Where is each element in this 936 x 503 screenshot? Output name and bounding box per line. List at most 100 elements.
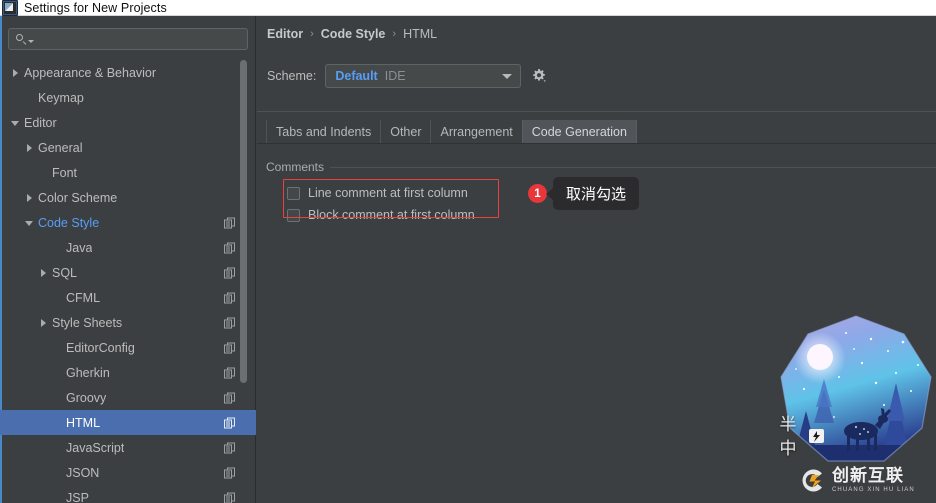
sidebar-item-editorconfig[interactable]: EditorConfig xyxy=(0,335,256,360)
sidebar-item-gherkin[interactable]: Gherkin xyxy=(0,360,256,385)
starry-night-deer-illustration xyxy=(776,311,936,476)
breadcrumb: Editor › Code Style › HTML xyxy=(267,27,437,41)
tree-spacer xyxy=(52,492,63,503)
scheme-row: Scheme: Default IDE xyxy=(267,64,548,88)
sidebar-scrollbar-thumb[interactable] xyxy=(240,60,247,383)
breadcrumb-separator: › xyxy=(310,28,314,40)
scheme-scope: IDE xyxy=(385,69,406,83)
copy-icon[interactable] xyxy=(224,392,235,403)
tab-other[interactable]: Other xyxy=(380,120,431,143)
chevron-right-icon[interactable] xyxy=(38,317,49,328)
tree-spacer xyxy=(52,392,63,403)
search-input[interactable] xyxy=(36,32,247,46)
sidebar-item-label: HTML xyxy=(66,416,100,430)
scheme-dropdown[interactable]: Default IDE xyxy=(325,64,521,88)
scheme-value: Default xyxy=(335,69,377,83)
tab-arrangement[interactable]: Arrangement xyxy=(430,120,522,143)
sidebar-item-font[interactable]: Font xyxy=(0,160,256,185)
sidebar-item-label: Color Scheme xyxy=(38,191,117,205)
code-style-tabs[interactable]: Tabs and Indents Other Arrangement Code Gen… xyxy=(257,120,936,144)
chevron-right-icon[interactable] xyxy=(24,192,35,203)
comments-group-divider xyxy=(266,167,936,168)
brand-name-en: CHUANG XIN HU LIAN xyxy=(832,487,915,493)
tree-spacer xyxy=(24,92,35,103)
copy-icon[interactable] xyxy=(224,492,235,503)
copy-icon[interactable] xyxy=(224,342,235,353)
brand-mark-icon xyxy=(798,466,827,495)
sidebar-item-general[interactable]: General xyxy=(0,135,256,160)
tab-label: Other xyxy=(390,125,421,139)
tab-label: Code Generation xyxy=(532,125,627,139)
brand-name-cn: 创新互联 xyxy=(832,468,915,485)
tree-spacer xyxy=(52,467,63,478)
chevron-down-icon xyxy=(502,74,512,79)
sidebar-item-label: Style Sheets xyxy=(52,316,122,330)
chevron-down-icon[interactable] xyxy=(10,117,21,128)
watermark: 半中 创新互联 CHUANG XIN HU LIAN xyxy=(776,311,936,503)
chevron-down-icon[interactable] xyxy=(24,217,35,228)
copy-icon[interactable] xyxy=(224,467,235,478)
tree-spacer xyxy=(52,292,63,303)
sidebar-item-label: Java xyxy=(66,241,92,255)
comments-group-label: Comments xyxy=(266,160,330,174)
scheme-label: Scheme: xyxy=(267,69,316,83)
settings-tree[interactable]: Appearance & Behavior Keymap Editor General… xyxy=(0,60,256,503)
sidebar-item-json[interactable]: JSON xyxy=(0,460,256,485)
sidebar-item-style-sheets[interactable]: Style Sheets xyxy=(0,310,256,335)
search-options-chevron-down-icon[interactable] xyxy=(28,40,34,43)
tab-label: Arrangement xyxy=(440,125,512,139)
sidebar-item-label: SQL xyxy=(52,266,77,280)
sidebar-item-label: Editor xyxy=(24,116,57,130)
sidebar-item-code-style[interactable]: Code Style xyxy=(0,210,256,235)
tree-spacer xyxy=(52,242,63,253)
watermark-logo: 创新互联 CHUANG XIN HU LIAN xyxy=(798,466,915,495)
sidebar-item-editor[interactable]: Editor xyxy=(0,110,256,135)
breadcrumb-separator: › xyxy=(392,28,396,40)
chevron-right-icon[interactable] xyxy=(24,142,35,153)
breadcrumb-item-editor[interactable]: Editor xyxy=(267,27,303,41)
sidebar-item-groovy[interactable]: Groovy xyxy=(0,385,256,410)
sidebar-item-sql[interactable]: SQL xyxy=(0,260,256,285)
sidebar-item-html[interactable]: HTML xyxy=(0,410,256,435)
settings-window: Settings for New Projects Appearance & B… xyxy=(0,0,936,503)
sidebar-item-label: JavaScript xyxy=(66,441,124,455)
sidebar-scrollbar-track[interactable] xyxy=(244,16,251,503)
copy-icon[interactable] xyxy=(224,317,235,328)
sidebar-item-javascript[interactable]: JavaScript xyxy=(0,435,256,460)
sidebar-item-keymap[interactable]: Keymap xyxy=(0,85,256,110)
annotation-badge: 1 xyxy=(528,184,547,203)
copy-icon[interactable] xyxy=(224,267,235,278)
tree-spacer xyxy=(52,417,63,428)
sidebar-item-label: Keymap xyxy=(38,91,84,105)
sidebar-search[interactable] xyxy=(8,28,248,50)
tab-tabs-and-indents[interactable]: Tabs and Indents xyxy=(266,120,381,143)
chevron-right-icon[interactable] xyxy=(38,267,49,278)
sidebar-item-label: JSP xyxy=(66,491,89,503)
annotation-callout: 取消勾选 xyxy=(553,177,639,210)
sidebar-item-label: Appearance & Behavior xyxy=(24,66,156,80)
header-divider xyxy=(257,111,936,112)
sidebar-item-cfml[interactable]: CFML xyxy=(0,285,256,310)
copy-icon[interactable] xyxy=(224,242,235,253)
chevron-right-icon[interactable] xyxy=(10,67,21,78)
copy-icon[interactable] xyxy=(224,367,235,378)
copy-icon[interactable] xyxy=(224,417,235,428)
sidebar-item-color-scheme[interactable]: Color Scheme xyxy=(0,185,256,210)
sidebar-item-java[interactable]: Java xyxy=(0,235,256,260)
copy-icon[interactable] xyxy=(224,292,235,303)
sidebar-item-label: EditorConfig xyxy=(66,341,135,355)
tab-label: Tabs and Indents xyxy=(276,125,371,139)
sidebar-item-jsp[interactable]: JSP xyxy=(0,485,256,503)
sidebar-item-label: Groovy xyxy=(66,391,106,405)
sidebar-item-label: Gherkin xyxy=(66,366,110,380)
breadcrumb-item-code-style[interactable]: Code Style xyxy=(321,27,386,41)
copy-icon[interactable] xyxy=(224,217,235,228)
window-body: Appearance & Behavior Keymap Editor General… xyxy=(0,16,936,503)
sidebar-item-appearance-behavior[interactable]: Appearance & Behavior xyxy=(0,60,256,85)
breadcrumb-item-html[interactable]: HTML xyxy=(403,27,437,41)
settings-content-panel: Editor › Code Style › HTML Scheme: Default I… xyxy=(257,16,936,503)
window-titlebar: Settings for New Projects xyxy=(0,0,936,16)
gear-icon[interactable] xyxy=(530,67,548,85)
copy-icon[interactable] xyxy=(224,442,235,453)
tab-code-generation[interactable]: Code Generation xyxy=(522,120,637,143)
